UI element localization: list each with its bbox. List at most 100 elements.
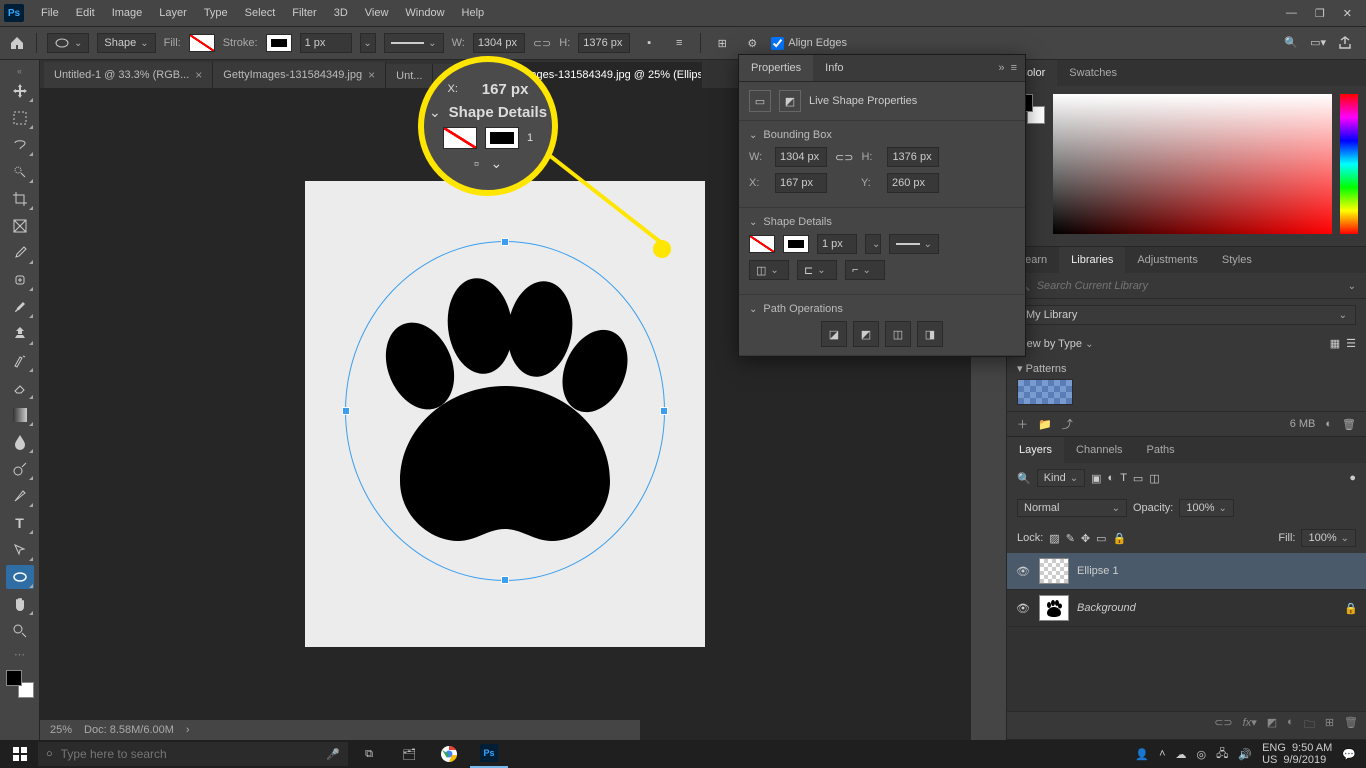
path-operations-header[interactable]: ⌄ Path Operations (749, 303, 1015, 315)
add-content-icon[interactable]: ＋ (1017, 416, 1028, 432)
lasso-tool[interactable] (6, 133, 34, 157)
prop-x[interactable]: 167 px (775, 173, 827, 193)
lock-transparent-icon[interactable]: ▨ (1049, 532, 1059, 545)
path-selection-tool[interactable] (6, 538, 34, 562)
stroke-type[interactable] (384, 33, 444, 53)
move-tool[interactable] (6, 79, 34, 103)
bounding-box-header[interactable]: ⌄ Bounding Box (749, 129, 1015, 141)
tray-people-icon[interactable]: 👤 (1135, 748, 1149, 761)
layer-name[interactable]: Background (1077, 602, 1336, 614)
history-brush-tool[interactable] (6, 349, 34, 373)
pen-tool[interactable] (6, 484, 34, 508)
prop-y[interactable]: 260 px (887, 173, 939, 193)
link-wh-icon[interactable]: ⊂⊃ (533, 37, 551, 50)
prop-stroke-width-dd[interactable] (865, 234, 881, 254)
stroke-width-dropdown[interactable] (360, 33, 376, 53)
fx-icon[interactable]: fx▾ (1243, 716, 1257, 735)
zoom-level[interactable]: 25% (50, 724, 72, 736)
menu-edit[interactable]: Edit (68, 3, 103, 23)
adjustment-layer-icon[interactable]: ◐ (1287, 716, 1294, 735)
blend-mode[interactable]: Normal (1017, 499, 1127, 517)
photoshop-taskbar-icon[interactable]: Ps (470, 740, 508, 768)
path-options-icon[interactable]: ⊞ (711, 32, 733, 54)
menu-3d[interactable]: 3D (326, 3, 356, 23)
workspace-icon[interactable]: ▭▾ (1310, 36, 1326, 50)
link-icon[interactable]: ⊂⊃ (835, 151, 853, 164)
width-input[interactable]: 1304 px (473, 33, 525, 53)
quick-selection-tool[interactable] (6, 160, 34, 184)
height-input[interactable]: 1376 px (578, 33, 630, 53)
mask-icon[interactable]: ◩ (1267, 716, 1277, 735)
view-by-type[interactable]: View by Type (1017, 338, 1093, 350)
menu-view[interactable]: View (357, 3, 397, 23)
crop-tool[interactable] (6, 187, 34, 211)
tab-paths[interactable]: Paths (1135, 437, 1187, 463)
layer-background[interactable]: 👁 Background 🔒 (1007, 590, 1366, 627)
hue-slider[interactable] (1340, 94, 1358, 234)
grid-view-icon[interactable]: ▦ (1330, 337, 1340, 350)
handle-n[interactable] (501, 238, 509, 246)
handle-s[interactable] (501, 576, 509, 584)
dodge-tool[interactable] (6, 457, 34, 481)
pathop-subtract[interactable]: ◩ (853, 321, 879, 347)
notifications-icon[interactable]: 💬 (1342, 748, 1356, 761)
prop-h[interactable]: 1376 px (887, 147, 939, 167)
minimize-icon[interactable]: — (1286, 7, 1297, 20)
color-field[interactable] (1053, 94, 1332, 234)
close-icon[interactable]: ✕ (1343, 7, 1352, 20)
filter-pixel-icon[interactable]: ▣ (1091, 472, 1101, 485)
menu-select[interactable]: Select (237, 3, 284, 23)
align-edges-checkbox[interactable]: Align Edges (771, 37, 847, 50)
new-layer-icon[interactable]: ⊞ (1325, 716, 1334, 735)
taskbar-search[interactable]: ○🎤 (38, 742, 348, 766)
gear-icon[interactable]: ⚙ (741, 32, 763, 54)
tab-channels[interactable]: Channels (1064, 437, 1134, 463)
stroke-swatch[interactable] (266, 34, 292, 52)
layer-ellipse-1[interactable]: 👁 Ellipse 1 (1007, 553, 1366, 590)
menu-layer[interactable]: Layer (151, 3, 195, 23)
task-view-icon[interactable]: ⧉ (350, 740, 388, 768)
tab-styles[interactable]: Styles (1210, 247, 1264, 273)
link-layers-icon[interactable]: ⊂⊃ (1214, 716, 1232, 735)
fill-swatch[interactable] (189, 34, 215, 52)
gradient-tool[interactable] (6, 403, 34, 427)
tray-up-icon[interactable]: ˄ (1159, 748, 1165, 760)
tray-onedrive-icon[interactable]: ☁ (1176, 748, 1187, 761)
frame-tool[interactable] (6, 214, 34, 238)
stroke-caps[interactable]: ⊏ (797, 260, 837, 280)
panel-menu-icon[interactable]: ≡ (1011, 62, 1017, 74)
stroke-align[interactable]: ◫ (749, 260, 789, 280)
pathop-exclude[interactable]: ◨ (917, 321, 943, 347)
menu-window[interactable]: Window (397, 3, 452, 23)
layer-name[interactable]: Ellipse 1 (1077, 565, 1358, 577)
home-icon[interactable] (8, 34, 26, 52)
maximize-icon[interactable]: ❐ (1315, 7, 1325, 20)
lock-all-icon[interactable]: 🔒 (1113, 532, 1127, 545)
blur-tool[interactable] (6, 430, 34, 454)
libraries-folder-icon[interactable]: 📁 (1038, 418, 1052, 431)
tray-network-icon[interactable]: 🖧 (1216, 745, 1228, 764)
opacity-input[interactable]: 100% (1179, 499, 1234, 517)
filter-type-icon[interactable]: T (1120, 472, 1127, 484)
layer-filter-kind[interactable]: Kind (1037, 469, 1085, 487)
upload-icon[interactable]: ⤴ (1062, 416, 1073, 432)
patterns-header[interactable]: ▾ Patterns (1017, 362, 1356, 375)
search-icon[interactable]: 🔍 (1284, 36, 1298, 50)
menu-filter[interactable]: Filter (284, 3, 324, 23)
type-tool[interactable]: T (6, 511, 34, 535)
filter-shape-icon[interactable]: ▭ (1133, 472, 1143, 485)
list-view-icon[interactable]: ☰ (1346, 337, 1356, 350)
marquee-tool[interactable] (6, 106, 34, 130)
clone-stamp-tool[interactable] (6, 322, 34, 346)
filter-toggle[interactable]: ● (1349, 472, 1356, 484)
tool-mode-select[interactable]: Shape (97, 33, 155, 53)
prop-stroke-swatch[interactable] (783, 235, 809, 253)
lock-artboard-icon[interactable]: ▭ (1096, 532, 1106, 545)
lock-image-icon[interactable]: ✎ (1066, 532, 1075, 545)
shape-selection[interactable] (345, 241, 665, 581)
fill-opacity-input[interactable]: 100% (1301, 529, 1356, 547)
doc-tab-4[interactable]: ...m... (433, 64, 482, 88)
ellipse-tool-preset[interactable] (47, 33, 89, 53)
pathop-intersect[interactable]: ◫ (885, 321, 911, 347)
filter-smart-icon[interactable]: ◫ (1149, 472, 1159, 485)
